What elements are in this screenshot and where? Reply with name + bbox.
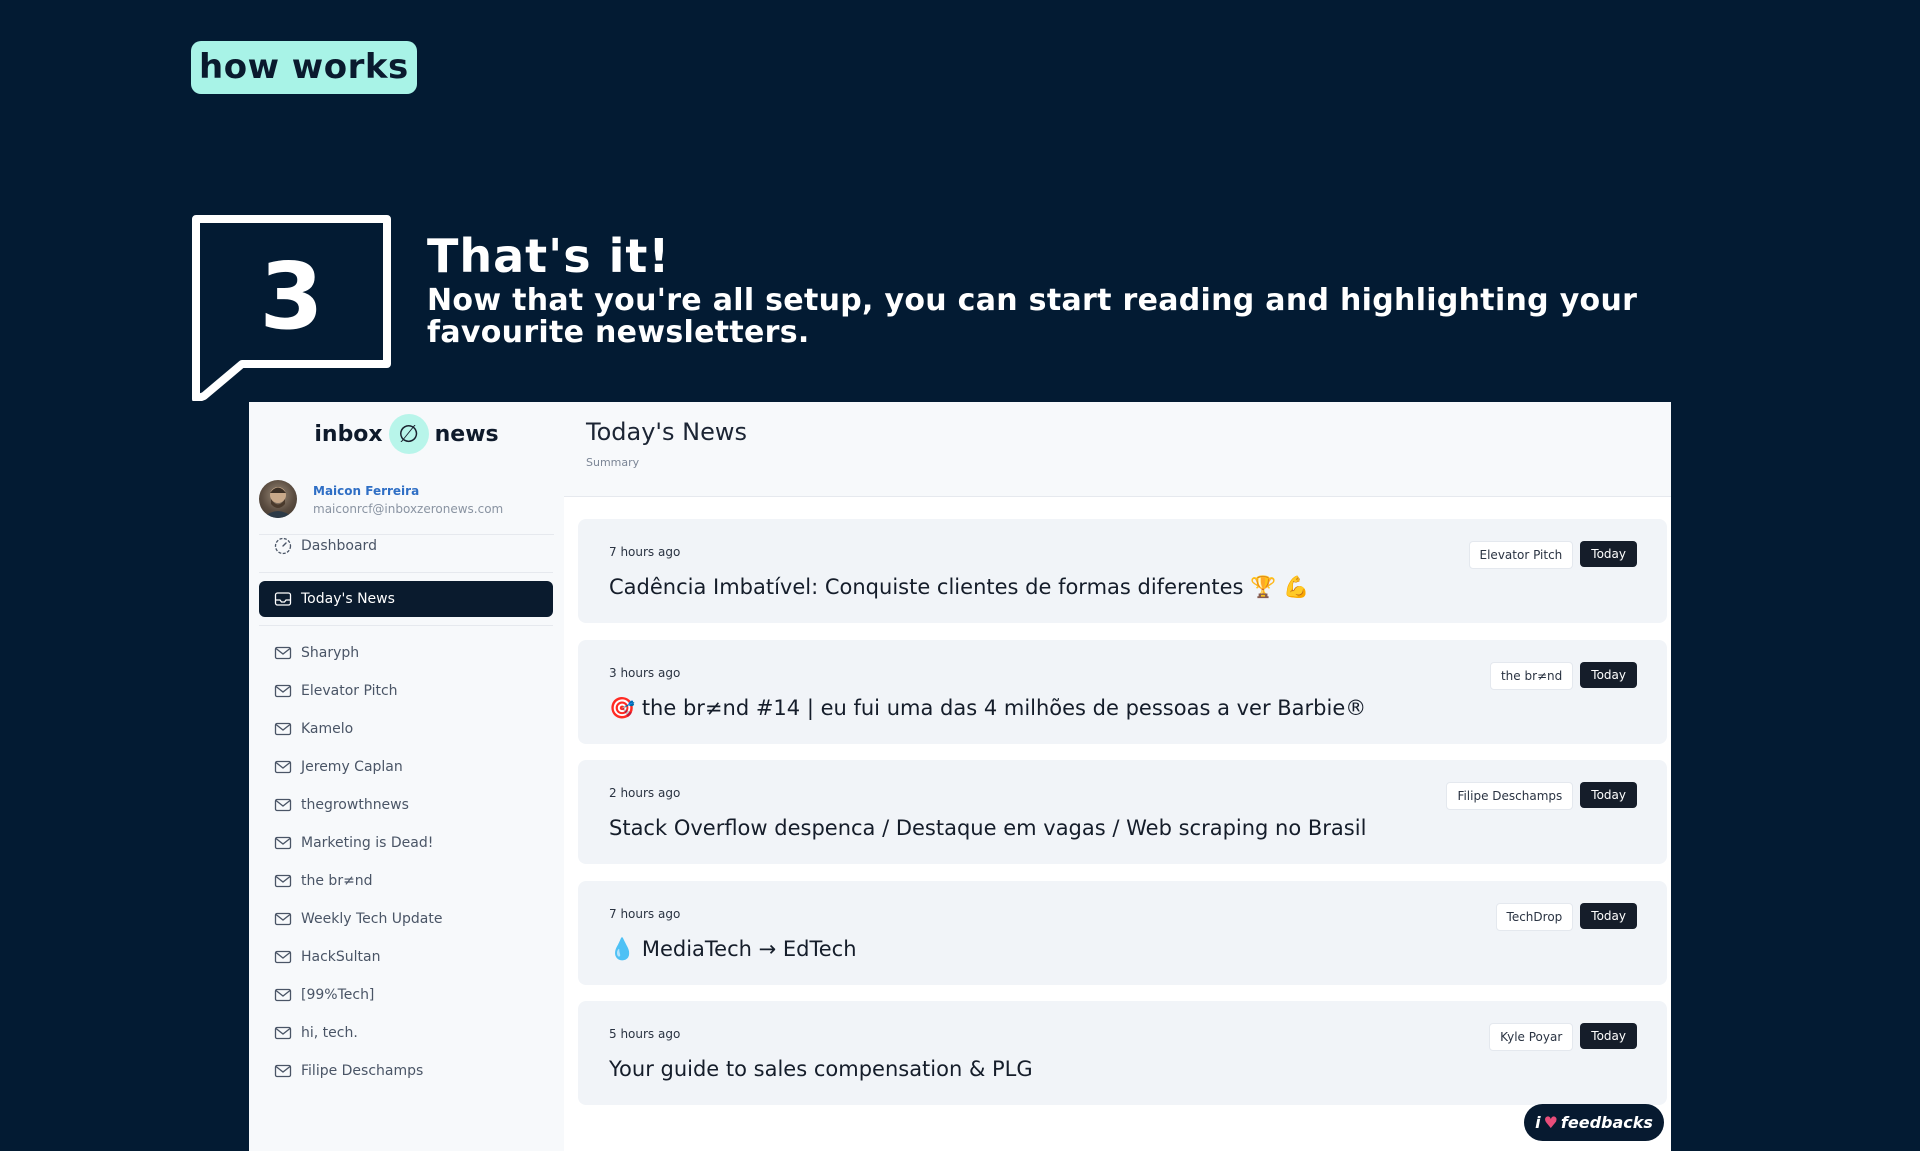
- app-logo[interactable]: inbox ∅ news: [249, 412, 564, 456]
- source-badge[interactable]: Filipe Deschamps: [1446, 782, 1574, 810]
- sidebar-item-label: HackSultan: [301, 949, 381, 965]
- today-badge: Today: [1580, 902, 1637, 929]
- news-tags: TechDrop Today: [1495, 902, 1637, 931]
- sidebar-item-newsletter[interactable]: [99%Tech]: [259, 977, 553, 1013]
- sidebar-item-label: Sharyph: [301, 645, 360, 661]
- news-time: 2 hours ago: [609, 786, 681, 800]
- inbox-icon: [274, 590, 292, 608]
- sidebar-item-newsletter[interactable]: thegrowthnews: [259, 787, 553, 823]
- sidebar-item-newsletter[interactable]: Kamelo: [259, 711, 553, 747]
- sidebar-item-label: Weekly Tech Update: [301, 911, 443, 927]
- news-tags: Filipe Deschamps Today: [1446, 782, 1637, 810]
- news-title[interactable]: Your guide to sales compensation & PLG: [609, 1057, 1033, 1081]
- news-time: 7 hours ago: [609, 545, 681, 559]
- news-tags: Kyle Poyar Today: [1489, 1023, 1637, 1051]
- gauge-icon: [274, 537, 292, 555]
- logo-text-news: news: [434, 421, 499, 447]
- feedback-prefix: i: [1535, 1113, 1541, 1132]
- source-badge[interactable]: TechDrop: [1495, 902, 1574, 931]
- how-works-label: how works: [191, 41, 417, 94]
- nav-divider: [259, 572, 553, 573]
- logo-mark-icon: ∅: [388, 414, 429, 454]
- mail-icon: [274, 910, 292, 928]
- news-list: 7 hours ago Cadência Imbatível: Conquiste…: [564, 497, 1671, 1151]
- news-title[interactable]: Stack Overflow despenca / Destaque em va…: [609, 816, 1366, 840]
- mail-icon: [274, 644, 292, 662]
- user-profile[interactable]: Maicon Ferreira maiconrcf@inboxzeronews.…: [259, 478, 554, 535]
- sidebar-item-newsletter[interactable]: Marketing is Dead!: [259, 825, 553, 861]
- sidebar-item-label: Filipe Deschamps: [301, 1063, 424, 1079]
- sidebar-item-label: Jeremy Caplan: [301, 759, 403, 775]
- feedback-button[interactable]: i ♥ feedbacks: [1524, 1104, 1664, 1141]
- logo-text-inbox: inbox: [314, 421, 383, 447]
- mail-icon: [274, 1062, 292, 1080]
- user-email: maiconrcf@inboxzeronews.com: [313, 502, 504, 516]
- source-badge[interactable]: Elevator Pitch: [1468, 541, 1574, 569]
- news-card[interactable]: 3 hours ago 🎯 the br≠nd #14 | eu fui uma …: [578, 639, 1667, 744]
- sidebar-item-label: Kamelo: [301, 721, 354, 737]
- sidebar-item-newsletter[interactable]: Filipe Deschamps: [259, 1053, 553, 1089]
- user-name: Maicon Ferreira: [313, 484, 420, 498]
- source-badge[interactable]: the br≠nd: [1489, 661, 1574, 690]
- nav-divider: [259, 625, 553, 626]
- sidebar-item-label: [99%Tech]: [301, 987, 375, 1003]
- news-tags: Elevator Pitch Today: [1468, 541, 1637, 569]
- mail-icon: [274, 796, 292, 814]
- news-card[interactable]: 7 hours ago 💧 MediaTech → EdTech TechDrop T…: [578, 880, 1667, 985]
- app-screenshot: inbox ∅ news Maicon Ferreira maiconrcf@i…: [249, 402, 1671, 1151]
- sidebar-item-newsletter[interactable]: Jeremy Caplan: [259, 749, 553, 785]
- sidebar-item-label: Marketing is Dead!: [301, 835, 434, 851]
- page-subtitle: Summary: [586, 456, 640, 469]
- feedback-label: feedbacks: [1560, 1113, 1653, 1132]
- sidebar-item-label: Elevator Pitch: [301, 683, 398, 699]
- page-title: Today's News: [586, 418, 747, 446]
- mail-icon: [274, 834, 292, 852]
- sidebar-item-label: thegrowthnews: [301, 797, 409, 813]
- today-badge: Today: [1580, 541, 1637, 567]
- today-badge: Today: [1580, 1023, 1637, 1049]
- step-description: Now that you're all setup, you can start…: [427, 283, 1638, 350]
- sidebar-item-newsletter[interactable]: hi, tech.: [259, 1015, 553, 1051]
- news-title[interactable]: Cadência Imbatível: Conquiste clientes d…: [609, 575, 1309, 600]
- mail-icon: [274, 758, 292, 776]
- sidebar-item-newsletter[interactable]: Sharyph: [259, 635, 553, 671]
- step-title: That's it!: [427, 229, 671, 283]
- sidebar-item-newsletter[interactable]: Elevator Pitch: [259, 673, 553, 709]
- news-card[interactable]: 2 hours ago Stack Overflow despenca / Des…: [578, 760, 1667, 864]
- mail-icon: [274, 1024, 292, 1042]
- today-badge: Today: [1580, 782, 1637, 808]
- nav-dashboard-label: Dashboard: [301, 538, 377, 554]
- mail-icon: [274, 948, 292, 966]
- step-number: 3: [259, 243, 324, 350]
- source-badge[interactable]: Kyle Poyar: [1489, 1023, 1574, 1051]
- mail-icon: [274, 872, 292, 890]
- nav-dashboard[interactable]: Dashboard: [259, 528, 553, 564]
- news-card[interactable]: 5 hours ago Your guide to sales compensat…: [578, 1001, 1667, 1105]
- news-title[interactable]: 🎯 the br≠nd #14 | eu fui uma das 4 milhõ…: [609, 696, 1366, 721]
- news-time: 3 hours ago: [609, 665, 681, 680]
- sidebar-item-newsletter[interactable]: Weekly Tech Update: [259, 901, 553, 937]
- news-tags: the br≠nd Today: [1489, 661, 1637, 690]
- sidebar-item-newsletter[interactable]: the br≠nd: [259, 863, 553, 899]
- heart-icon: ♥: [1543, 1113, 1558, 1132]
- avatar: [259, 480, 297, 518]
- main-header: Today's News Summary: [564, 402, 1671, 497]
- mail-icon: [274, 720, 292, 738]
- sidebar-item-label: hi, tech.: [301, 1025, 358, 1041]
- sidebar-item-newsletter[interactable]: HackSultan: [259, 939, 553, 975]
- nav-todays-news[interactable]: Today's News: [259, 581, 553, 617]
- mail-icon: [274, 986, 292, 1004]
- nav-todays-news-label: Today's News: [301, 591, 395, 607]
- sidebar: inbox ∅ news Maicon Ferreira maiconrcf@i…: [249, 402, 564, 1151]
- news-time: 7 hours ago: [609, 906, 681, 921]
- news-title[interactable]: 💧 MediaTech → EdTech: [609, 937, 857, 962]
- news-time: 5 hours ago: [609, 1027, 681, 1041]
- news-card[interactable]: 7 hours ago Cadência Imbatível: Conquiste…: [578, 519, 1667, 623]
- sidebar-item-label: the br≠nd: [301, 873, 373, 889]
- mail-icon: [274, 682, 292, 700]
- today-badge: Today: [1580, 661, 1637, 688]
